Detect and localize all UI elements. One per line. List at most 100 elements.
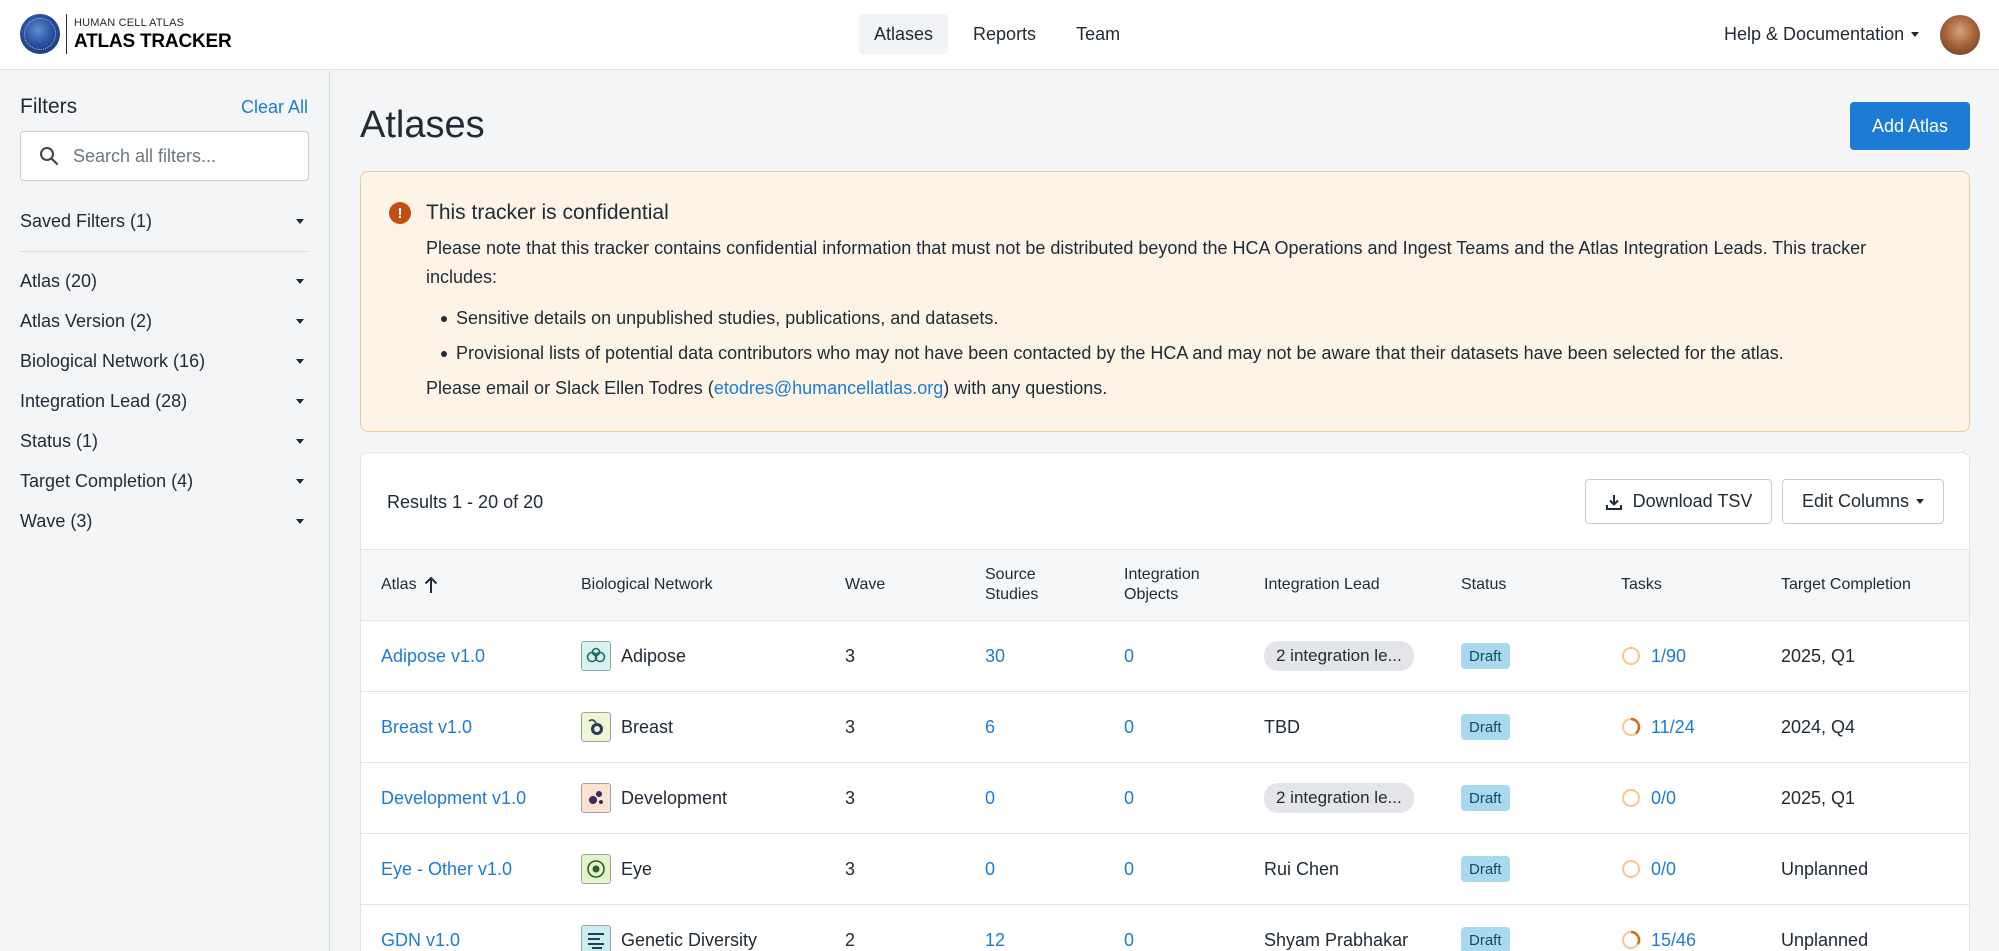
genetic-diversity-icon (581, 925, 611, 951)
table-row[interactable]: Adipose v1.0 Adipose 3 30 0 2 integratio… (361, 621, 1969, 692)
confidential-alert: ! This tracker is confidential Please no… (360, 171, 1970, 432)
filter-search-box[interactable] (20, 131, 309, 181)
atlas-link[interactable]: Development v1.0 (381, 763, 526, 833)
network-label: Genetic Diversity (621, 929, 758, 950)
integration-lead-cell: TBD (1264, 716, 1300, 737)
add-atlas-button[interactable]: Add Atlas (1850, 102, 1970, 150)
tasks-label: 0/0 (1651, 787, 1677, 808)
tasks-cell[interactable]: 0/0 (1621, 834, 1676, 904)
wave-cell: 3 (845, 645, 856, 666)
progress-ring-icon (1622, 789, 1640, 807)
filter-atlas[interactable]: Atlas (20) (20, 266, 309, 296)
tasks-cell[interactable]: 0/0 (1621, 763, 1676, 833)
target-completion-cell: 2025, Q1 (1781, 787, 1856, 808)
integration-lead-chip[interactable]: 2 integration le... (1264, 641, 1414, 671)
avatar[interactable] (1940, 15, 1980, 55)
table-row[interactable]: Eye - Other v1.0 Eye 3 0 0 Rui Chen Draf… (361, 834, 1969, 905)
progress-ring-icon (1622, 717, 1641, 736)
download-icon (1605, 494, 1622, 510)
tasks-cell[interactable]: 15/46 (1621, 905, 1696, 951)
col-integration-objects[interactable]: Integration Objects (1124, 550, 1200, 620)
edit-columns-button[interactable]: Edit Columns (1782, 479, 1944, 524)
alert-bullets: Sensitive details on unpublished studies… (426, 301, 1784, 371)
status-cell: Draft (1461, 763, 1510, 833)
alert-bullet: Provisional lists of potential data cont… (426, 336, 1784, 371)
caret-down-icon (296, 358, 304, 364)
col-tasks[interactable]: Tasks (1621, 550, 1662, 620)
filter-label: Wave (3) (20, 510, 93, 531)
filter-atlas-version[interactable]: Atlas Version (2) (20, 306, 309, 336)
wave-cell: 3 (845, 716, 856, 737)
source-studies-link[interactable]: 0 (985, 834, 995, 904)
wave-cell: 2 (845, 929, 856, 950)
col-status[interactable]: Status (1461, 550, 1506, 620)
filter-label: Atlas (20) (20, 270, 98, 291)
nav-team[interactable]: Team (1061, 14, 1135, 54)
filter-saved[interactable]: Saved Filters (1) (20, 206, 309, 236)
table-row[interactable]: Development v1.0 Development 3 0 0 2 int… (361, 763, 1969, 834)
source-studies-link[interactable]: 0 (985, 763, 995, 833)
alert-bullet: Sensitive details on unpublished studies… (426, 301, 1784, 336)
integration-objects-link[interactable]: 0 (1124, 834, 1134, 904)
filter-target-completion[interactable]: Target Completion (4) (20, 466, 309, 496)
tasks-cell[interactable]: 1/90 (1621, 621, 1686, 691)
page-title: Atlases (360, 104, 485, 146)
source-studies-link[interactable]: 6 (985, 692, 995, 762)
filter-search-input[interactable] (73, 145, 293, 167)
col-wave[interactable]: Wave (845, 550, 885, 620)
col-atlas[interactable]: Atlas (381, 550, 439, 620)
integration-objects-link[interactable]: 0 (1124, 763, 1134, 833)
status-badge: Draft (1461, 927, 1510, 951)
clear-all-link[interactable]: Clear All (241, 97, 308, 118)
col-target-completion[interactable]: Target Completion (1781, 550, 1911, 620)
help-menu[interactable]: Help & Documentation (1724, 24, 1920, 45)
filter-biological-network[interactable]: Biological Network (16) (20, 346, 309, 376)
atlas-link[interactable]: Eye - Other v1.0 (381, 834, 512, 904)
download-tsv-button[interactable]: Download TSV (1585, 479, 1772, 524)
filter-label: Saved Filters (1) (20, 210, 153, 231)
col-atlas-label: Atlas (381, 576, 417, 593)
nav-atlases[interactable]: Atlases (859, 14, 949, 54)
app-logo[interactable]: HUMAN CELL ATLAS ATLAS TRACKER (20, 14, 232, 54)
logo-title: ATLAS TRACKER (74, 30, 232, 52)
nav-reports[interactable]: Reports (958, 14, 1051, 54)
caret-down-icon (296, 318, 304, 324)
atlas-link[interactable]: Breast v1.0 (381, 692, 472, 762)
col-source-studies[interactable]: Source Studies (985, 550, 1038, 620)
filter-wave[interactable]: Wave (3) (20, 506, 309, 536)
status-badge: Draft (1461, 714, 1510, 740)
status-badge: Draft (1461, 856, 1510, 882)
table-row[interactable]: GDN v1.0 Genetic Diversity 2 12 0 Shyam … (361, 905, 1969, 951)
col-network[interactable]: Biological Network (581, 550, 713, 620)
integration-lead-cell: Rui Chen (1264, 858, 1340, 879)
tasks-label: 0/0 (1651, 858, 1677, 879)
atlas-link[interactable]: Adipose v1.0 (381, 621, 485, 691)
integration-objects-link[interactable]: 0 (1124, 692, 1134, 762)
contact-email-link[interactable]: etodres@humancellatlas.org (714, 378, 943, 398)
integration-lead-chip[interactable]: 2 integration le... (1264, 783, 1414, 813)
source-studies-link[interactable]: 30 (985, 621, 1005, 691)
tasks-cell[interactable]: 11/24 (1621, 692, 1695, 762)
status-cell: Draft (1461, 621, 1510, 691)
network-cell: Genetic Diversity (581, 905, 757, 951)
col-label-line: Objects (1124, 586, 1179, 603)
target-completion-cell: 2025, Q1 (1781, 645, 1856, 666)
table-header: Atlas Biological Network Wave Source Stu… (361, 549, 1969, 621)
integration-objects-link[interactable]: 0 (1124, 905, 1134, 951)
caret-down-icon (1916, 499, 1925, 504)
logo-text: HUMAN CELL ATLAS ATLAS TRACKER (74, 17, 232, 52)
filter-status[interactable]: Status (1) (20, 426, 309, 456)
contact-prefix: Please email or Slack Ellen Todres ( (426, 378, 714, 398)
network-label: Breast (621, 716, 674, 737)
table-row[interactable]: Breast v1.0 Breast 3 6 0 TBD Draft 11/24… (361, 692, 1969, 763)
globe-logo-icon (20, 14, 60, 54)
integration-lead-cell: Shyam Prabhakar (1264, 929, 1409, 950)
source-studies-link[interactable]: 12 (985, 905, 1005, 951)
atlas-link[interactable]: GDN v1.0 (381, 905, 460, 951)
target-completion-cell: Unplanned (1781, 858, 1869, 879)
network-cell: Adipose (581, 621, 686, 691)
integration-objects-link[interactable]: 0 (1124, 621, 1134, 691)
filter-integration-lead[interactable]: Integration Lead (28) (20, 386, 309, 416)
results-total: 20 (523, 492, 544, 512)
col-integration-lead[interactable]: Integration Lead (1264, 550, 1380, 620)
